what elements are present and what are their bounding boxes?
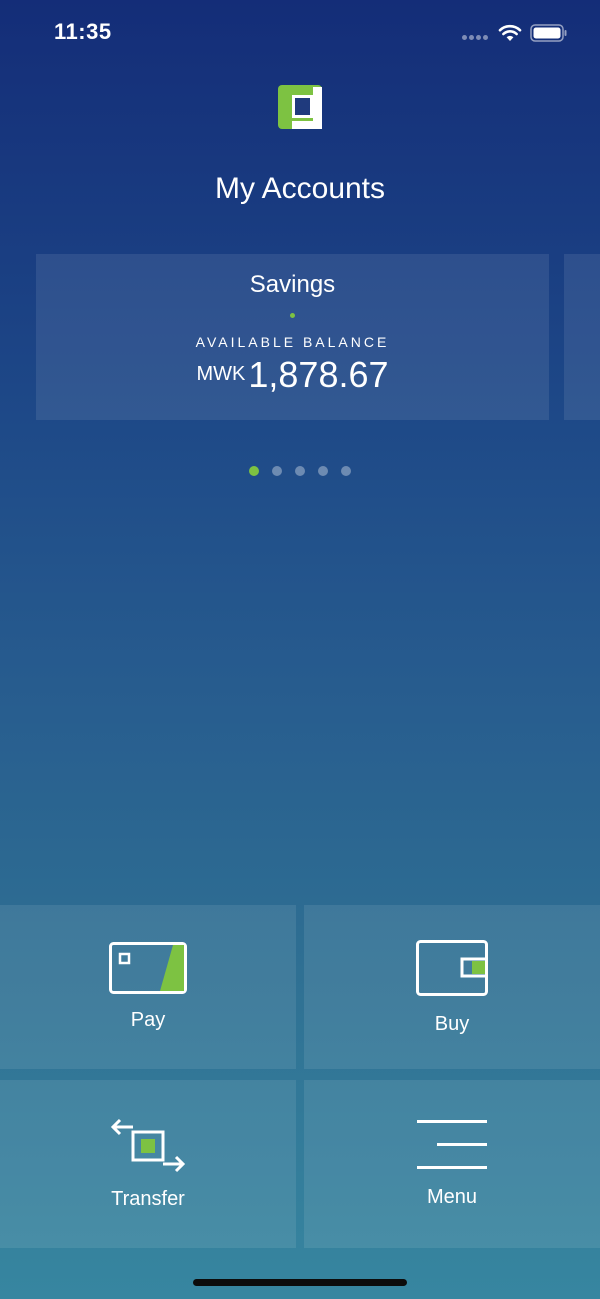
- account-name: Savings: [249, 271, 336, 298]
- pay-button[interactable]: Pay: [0, 905, 296, 1069]
- account-carousel[interactable]: Savings AVAILABLE BALANCE MWK1,878.67: [0, 254, 600, 422]
- balance-currency: MWK: [196, 363, 246, 385]
- carousel-pager[interactable]: [0, 463, 600, 476]
- status-time: 11:35: [54, 19, 112, 44]
- wifi-icon: [498, 24, 522, 41]
- balance-label: AVAILABLE BALANCE: [195, 334, 390, 350]
- pager-dot[interactable]: [341, 466, 351, 476]
- pager-dot[interactable]: [318, 466, 328, 476]
- battery-icon: [530, 24, 567, 42]
- balance-row: MWK1,878.67: [36, 354, 549, 396]
- buy-button[interactable]: Buy: [304, 905, 600, 1069]
- pager-dot[interactable]: [295, 466, 305, 476]
- signal-dots-icon: [462, 35, 490, 41]
- status-bar: 11:35: [0, 0, 600, 70]
- transfer-arrows-icon: [110, 1118, 186, 1173]
- transfer-button[interactable]: Transfer: [0, 1080, 296, 1248]
- bank-logo-icon: [278, 85, 322, 129]
- account-card-next-peek[interactable]: [564, 254, 600, 420]
- pager-dot[interactable]: [272, 466, 282, 476]
- buy-label: Buy: [434, 1013, 470, 1035]
- menu-label: Menu: [426, 1186, 478, 1208]
- home-indicator[interactable]: [193, 1279, 407, 1286]
- page-title: My Accounts: [214, 172, 386, 205]
- pager-dot-active[interactable]: [249, 466, 259, 476]
- wallet-icon: [416, 940, 488, 996]
- hamburger-menu-icon: [417, 1120, 487, 1169]
- account-card-savings[interactable]: Savings AVAILABLE BALANCE MWK1,878.67: [36, 254, 549, 420]
- balance-amount: 1,878.67: [248, 354, 389, 395]
- account-indicator-dot: [290, 313, 295, 318]
- transfer-label: Transfer: [111, 1188, 185, 1210]
- card-icon: [109, 942, 187, 994]
- menu-button[interactable]: Menu: [304, 1080, 600, 1248]
- pay-label: Pay: [130, 1009, 166, 1031]
